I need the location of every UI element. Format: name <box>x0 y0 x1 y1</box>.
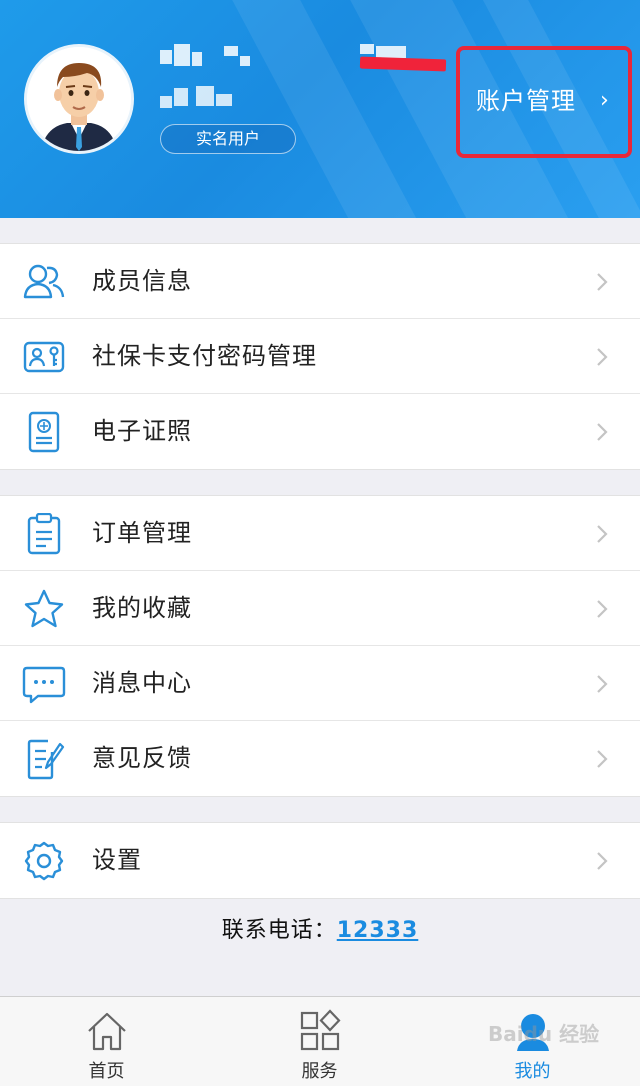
menu-item-label: 社保卡支付密码管理 <box>92 342 317 370</box>
chevron-right-icon: › <box>600 88 609 113</box>
menu-item-label: 我的收藏 <box>92 594 192 622</box>
watermark: Baidu 经验 <box>488 1022 600 1046</box>
chevron-right-icon <box>597 750 608 768</box>
menu-item-label: 意见反馈 <box>92 744 192 772</box>
account-management-button[interactable]: 账户管理 › <box>456 46 632 158</box>
profile-header: 实名用户 账户管理 › <box>0 0 640 218</box>
chevron-right-icon <box>597 675 608 693</box>
members-icon <box>23 264 65 299</box>
menu-item-favorites[interactable]: 我的收藏 <box>0 571 640 646</box>
menu-item-e-certificate[interactable]: 电子证照 <box>0 394 640 469</box>
menu-item-label: 订单管理 <box>92 519 192 547</box>
chevron-right-icon <box>597 348 608 366</box>
menu-item-feedback[interactable]: 意见反馈 <box>0 721 640 796</box>
menu-item-settings[interactable]: 设置 <box>0 823 640 898</box>
menu-group-account: 成员信息 社保卡支付密码管理 电子证照 <box>0 243 640 470</box>
contact-label: 联系电话： <box>221 918 337 943</box>
menu-group-activity: 订单管理 我的收藏 消息中心 意见反馈 <box>0 495 640 797</box>
tab-home[interactable]: 首页 <box>0 997 213 1086</box>
menu-item-label: 消息中心 <box>92 669 192 697</box>
menu-item-label: 设置 <box>92 846 142 874</box>
chevron-right-icon <box>597 423 608 441</box>
star-icon <box>24 589 64 628</box>
menu-item-orders[interactable]: 订单管理 <box>0 496 640 571</box>
grid-icon <box>300 1009 341 1051</box>
chevron-right-icon <box>597 852 608 870</box>
chevron-right-icon <box>597 273 608 291</box>
certificate-icon <box>28 411 60 453</box>
feedback-icon <box>27 739 65 780</box>
chevron-right-icon <box>597 525 608 543</box>
tab-label: 服务 <box>301 1061 338 1082</box>
menu-item-messages[interactable]: 消息中心 <box>0 646 640 721</box>
card-key-icon <box>23 341 65 373</box>
contact-phone: 联系电话：12333 <box>0 912 640 944</box>
menu-item-members[interactable]: 成员信息 <box>0 244 640 319</box>
menu-item-label: 成员信息 <box>92 267 192 295</box>
verified-user-badge: 实名用户 <box>160 124 296 154</box>
menu-item-card-password[interactable]: 社保卡支付密码管理 <box>0 319 640 394</box>
menu-item-label: 电子证照 <box>92 417 192 445</box>
avatar[interactable] <box>24 44 134 154</box>
contact-phone-link[interactable]: 12333 <box>337 918 419 943</box>
tab-services[interactable]: 服务 <box>213 997 426 1086</box>
gear-icon <box>24 841 64 881</box>
message-icon <box>22 666 66 704</box>
clipboard-icon <box>27 513 61 555</box>
account-management-label: 账户管理 <box>476 87 576 115</box>
tab-label: 首页 <box>88 1061 125 1082</box>
user-phone-redacted <box>160 86 250 108</box>
menu-group-settings: 设置 <box>0 822 640 899</box>
home-icon <box>87 1012 126 1051</box>
user-avatar-icon <box>27 47 131 151</box>
chevron-right-icon <box>597 600 608 618</box>
